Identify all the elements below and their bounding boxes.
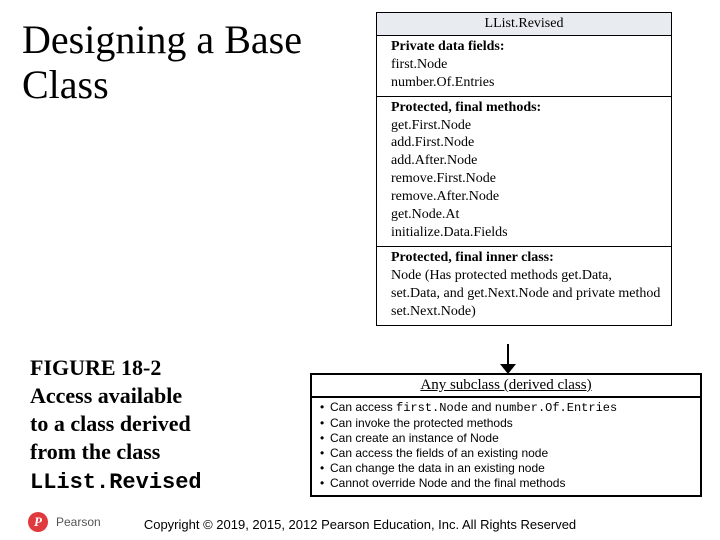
uml-method: get.First.Node bbox=[391, 117, 661, 135]
uml-inner-section: Protected, final inner class: Node (Has … bbox=[377, 247, 671, 325]
slide: Designing a Base Class FIGURE 18-2 Acces… bbox=[0, 0, 720, 540]
text: Can access the fields of an existing nod… bbox=[330, 446, 548, 460]
subclass-item: Cannot override Node and the final metho… bbox=[320, 476, 694, 491]
subclass-item: Can access the fields of an existing nod… bbox=[320, 446, 694, 461]
caption-line-2: Access available bbox=[30, 383, 182, 408]
subclass-item: Can invoke the protected methods bbox=[320, 416, 694, 431]
uml-method: add.After.Node bbox=[391, 152, 661, 170]
uml-inner-header: Protected, final inner class: bbox=[391, 249, 661, 267]
uml-private-header: Private data fields: bbox=[391, 38, 661, 56]
uml-box: LList.Revised Private data fields: first… bbox=[376, 12, 672, 326]
caption-classname: LList.Revised bbox=[30, 470, 202, 495]
text: Can change the data in an existing node bbox=[330, 461, 545, 475]
uml-private-section: Private data fields: first.Node number.O… bbox=[377, 36, 671, 97]
uml-method: get.Node.At bbox=[391, 206, 661, 224]
uml-class-name: LList.Revised bbox=[377, 13, 671, 36]
uml-private-field: number.Of.Entries bbox=[391, 74, 661, 92]
caption-line-1: FIGURE 18-2 bbox=[30, 355, 161, 380]
text: Can create an instance of Node bbox=[330, 431, 499, 445]
caption-line-3: to a class derived bbox=[30, 411, 191, 436]
subclass-list: Can access first.Node and number.Of.Entr… bbox=[312, 400, 700, 491]
subclass-box: Any subclass (derived class) Can access … bbox=[310, 373, 702, 497]
inheritance-arrow bbox=[500, 344, 516, 374]
text: Cannot override Node and the final metho… bbox=[330, 476, 565, 490]
uml-method: remove.After.Node bbox=[391, 188, 661, 206]
code-text: first.Node bbox=[396, 401, 468, 415]
subclass-item: Can access first.Node and number.Of.Entr… bbox=[320, 400, 694, 416]
uml-method: initialize.Data.Fields bbox=[391, 224, 661, 242]
uml-protected-header: Protected, final methods: bbox=[391, 99, 661, 117]
uml-protected-section: Protected, final methods: get.First.Node… bbox=[377, 97, 671, 247]
text: and bbox=[468, 400, 495, 414]
subclass-item: Can create an instance of Node bbox=[320, 431, 694, 446]
copyright-text: Copyright © 2019, 2015, 2012 Pearson Edu… bbox=[0, 517, 720, 532]
subclass-title: Any subclass (derived class) bbox=[312, 375, 700, 398]
uml-inner-text: Node (Has protected methods get.Data, se… bbox=[391, 267, 661, 321]
figure-caption: FIGURE 18-2 Access available to a class … bbox=[30, 354, 290, 497]
text: Can access bbox=[330, 400, 396, 414]
text: Can invoke the protected methods bbox=[330, 416, 513, 430]
uml-private-field: first.Node bbox=[391, 56, 661, 74]
subclass-item: Can change the data in an existing node bbox=[320, 461, 694, 476]
slide-title: Designing a Base Class bbox=[22, 18, 362, 108]
code-text: number.Of.Entries bbox=[495, 401, 617, 415]
caption-line-4: from the class bbox=[30, 439, 160, 464]
uml-method: add.First.Node bbox=[391, 134, 661, 152]
uml-method: remove.First.Node bbox=[391, 170, 661, 188]
